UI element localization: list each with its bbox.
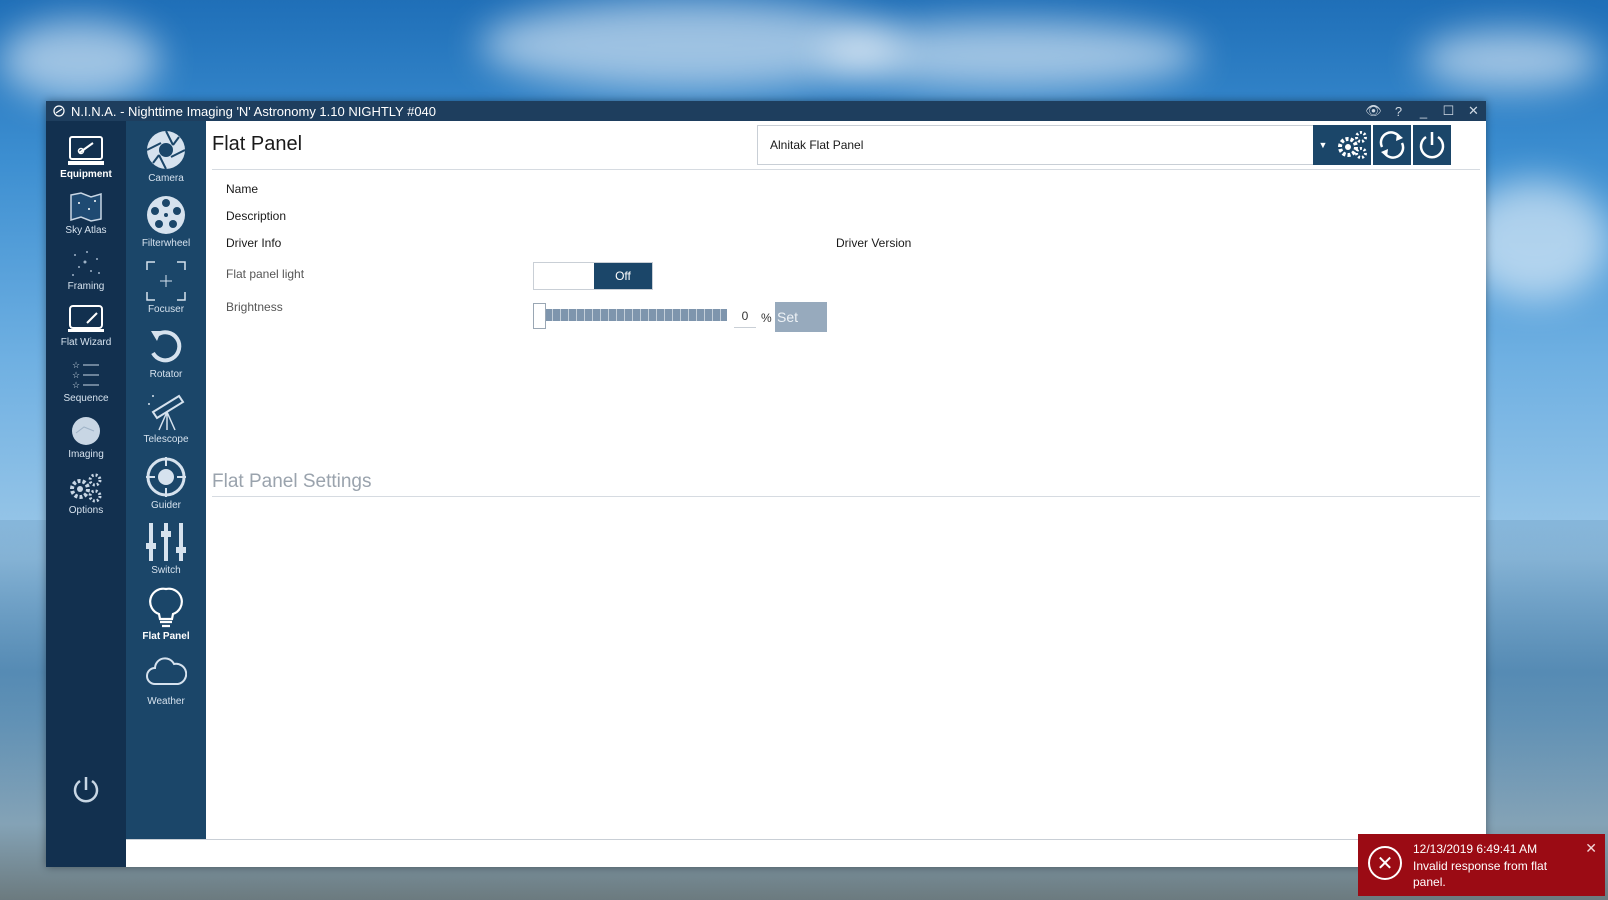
nav-label: Sky Atlas: [65, 225, 107, 236]
equipment-item-camera[interactable]: Camera: [126, 129, 206, 184]
equipment-sidebar: Camera Filterwheel Focuser Rotator Teles…: [126, 121, 206, 839]
set-brightness-button[interactable]: Set: [775, 302, 827, 332]
eye-icon[interactable]: 👁: [1361, 101, 1386, 121]
nav-label: Weather: [147, 696, 185, 707]
error-icon: ✕: [1368, 846, 1402, 880]
equipment-item-weather[interactable]: Weather: [126, 652, 206, 707]
equipment-item-flat-panel[interactable]: Flat Panel: [126, 587, 206, 642]
description-label: Description: [226, 209, 287, 223]
page-title: Flat Panel: [212, 133, 303, 155]
flat-wizard-icon: [68, 305, 104, 332]
nav-label: Imaging: [68, 449, 104, 460]
gear-icon: [1338, 131, 1367, 159]
nav-item-options[interactable]: Options: [46, 471, 126, 516]
flat-panel-light-toggle[interactable]: Off: [533, 262, 653, 290]
nav-label: Sequence: [63, 393, 109, 404]
flat-panel-light-label: Flat panel light: [226, 267, 305, 281]
options-icon: [70, 473, 102, 503]
device-settings-button[interactable]: [1333, 125, 1371, 165]
svg-text:☆: ☆: [72, 380, 80, 390]
nav-label: Equipment: [60, 169, 112, 180]
nina-logo-icon: [53, 105, 65, 117]
minimize-icon[interactable]: _: [1411, 101, 1436, 121]
device-chooser-value: Alnitak Flat Panel: [770, 138, 864, 152]
nav-label: Flat Panel: [142, 631, 190, 642]
percent-sign: %: [761, 311, 772, 325]
main-sidebar: Equipment Sky Atlas Framing Flat Wizard: [46, 121, 126, 867]
driver-info-label: Driver Info: [226, 236, 282, 250]
close-icon[interactable]: ✕: [1461, 101, 1486, 121]
nav-item-imaging[interactable]: Imaging: [46, 415, 126, 460]
help-icon[interactable]: ?: [1386, 101, 1411, 121]
nav-label: Telescope: [143, 434, 189, 445]
power-button[interactable]: [46, 773, 126, 809]
equipment-item-rotator[interactable]: Rotator: [126, 325, 206, 380]
svg-text:☆: ☆: [72, 360, 80, 370]
nav-item-framing[interactable]: Framing: [46, 247, 126, 292]
rotator-icon: [151, 330, 182, 363]
nav-label: Focuser: [147, 304, 185, 315]
nav-label: Filterwheel: [141, 238, 191, 249]
app-window: N.I.N.A. - Nighttime Imaging 'N' Astrono…: [46, 101, 1486, 867]
status-bar: [126, 839, 1486, 867]
sky-atlas-icon: [70, 192, 102, 222]
power-icon: [73, 777, 99, 803]
header-divider: [212, 169, 1480, 170]
nav-item-sky-atlas[interactable]: Sky Atlas: [46, 191, 126, 236]
brightness-label: Brightness: [226, 300, 283, 314]
framing-icon: [72, 251, 100, 276]
equipment-item-guider[interactable]: Guider: [126, 456, 206, 511]
title-bar[interactable]: N.I.N.A. - Nighttime Imaging 'N' Astrono…: [46, 101, 1486, 121]
notification-timestamp: 12/13/2019 6:49:41 AM: [1413, 842, 1538, 856]
brightness-slider[interactable]: [533, 303, 727, 329]
window-title: N.I.N.A. - Nighttime Imaging 'N' Astrono…: [71, 103, 437, 119]
nav-label: Options: [68, 505, 104, 516]
equipment-icon: [68, 136, 104, 165]
connect-button[interactable]: [1413, 125, 1451, 165]
close-icon[interactable]: ✕: [1585, 840, 1597, 857]
telescope-icon: [148, 394, 185, 431]
power-icon: [1419, 132, 1445, 159]
nav-item-sequence[interactable]: ☆ ☆ ☆ Sequence: [46, 359, 126, 404]
nav-label: Guider: [150, 500, 181, 511]
filterwheel-icon: [147, 196, 185, 234]
equipment-item-filterwheel[interactable]: Filterwheel: [126, 194, 206, 249]
lightbulb-icon: [149, 587, 183, 628]
nav-label: Flat Wizard: [60, 337, 112, 348]
brightness-input[interactable]: 0: [734, 305, 756, 328]
equipment-item-switch[interactable]: Switch: [126, 521, 206, 576]
device-chooser[interactable]: Alnitak Flat Panel: [757, 125, 1315, 165]
nav-item-equipment[interactable]: Equipment: [46, 135, 126, 180]
switch-icon: [146, 523, 186, 561]
guider-icon: [146, 457, 186, 497]
nav-label: Rotator: [149, 369, 183, 380]
error-notification[interactable]: ✕ 12/13/2019 6:49:41 AM Invalid response…: [1358, 834, 1605, 896]
refresh-icon: [1379, 131, 1405, 159]
driver-version-label: Driver Version: [836, 236, 912, 250]
settings-divider: [212, 496, 1480, 497]
svg-text:☆: ☆: [72, 370, 80, 380]
nav-label: Camera: [148, 173, 184, 184]
equipment-item-telescope[interactable]: Telescope: [126, 390, 206, 445]
sequence-icon: ☆ ☆ ☆: [72, 360, 99, 390]
camera-aperture-icon: [146, 130, 186, 170]
maximize-icon[interactable]: ☐: [1436, 101, 1461, 121]
name-label: Name: [226, 182, 259, 196]
slider-thumb[interactable]: [533, 303, 546, 329]
nav-label: Switch: [151, 565, 181, 576]
nav-label: Framing: [67, 281, 105, 292]
slider-track: [545, 309, 727, 321]
notification-message: Invalid response from flat panel.: [1413, 859, 1548, 889]
imaging-icon: [72, 417, 100, 445]
chevron-down-icon[interactable]: ▼: [1313, 125, 1333, 165]
settings-section-title: Flat Panel Settings: [212, 471, 372, 492]
nav-item-flat-wizard[interactable]: Flat Wizard: [46, 303, 126, 348]
focuser-icon: [146, 261, 186, 301]
flat-panel-page: Flat Panel Alnitak Flat Panel ▼ Name Des…: [206, 121, 1486, 839]
refresh-button[interactable]: [1373, 125, 1411, 165]
cloud-icon: [146, 657, 187, 685]
equipment-item-focuser[interactable]: Focuser: [126, 260, 206, 315]
toggle-state: Off: [594, 263, 652, 289]
